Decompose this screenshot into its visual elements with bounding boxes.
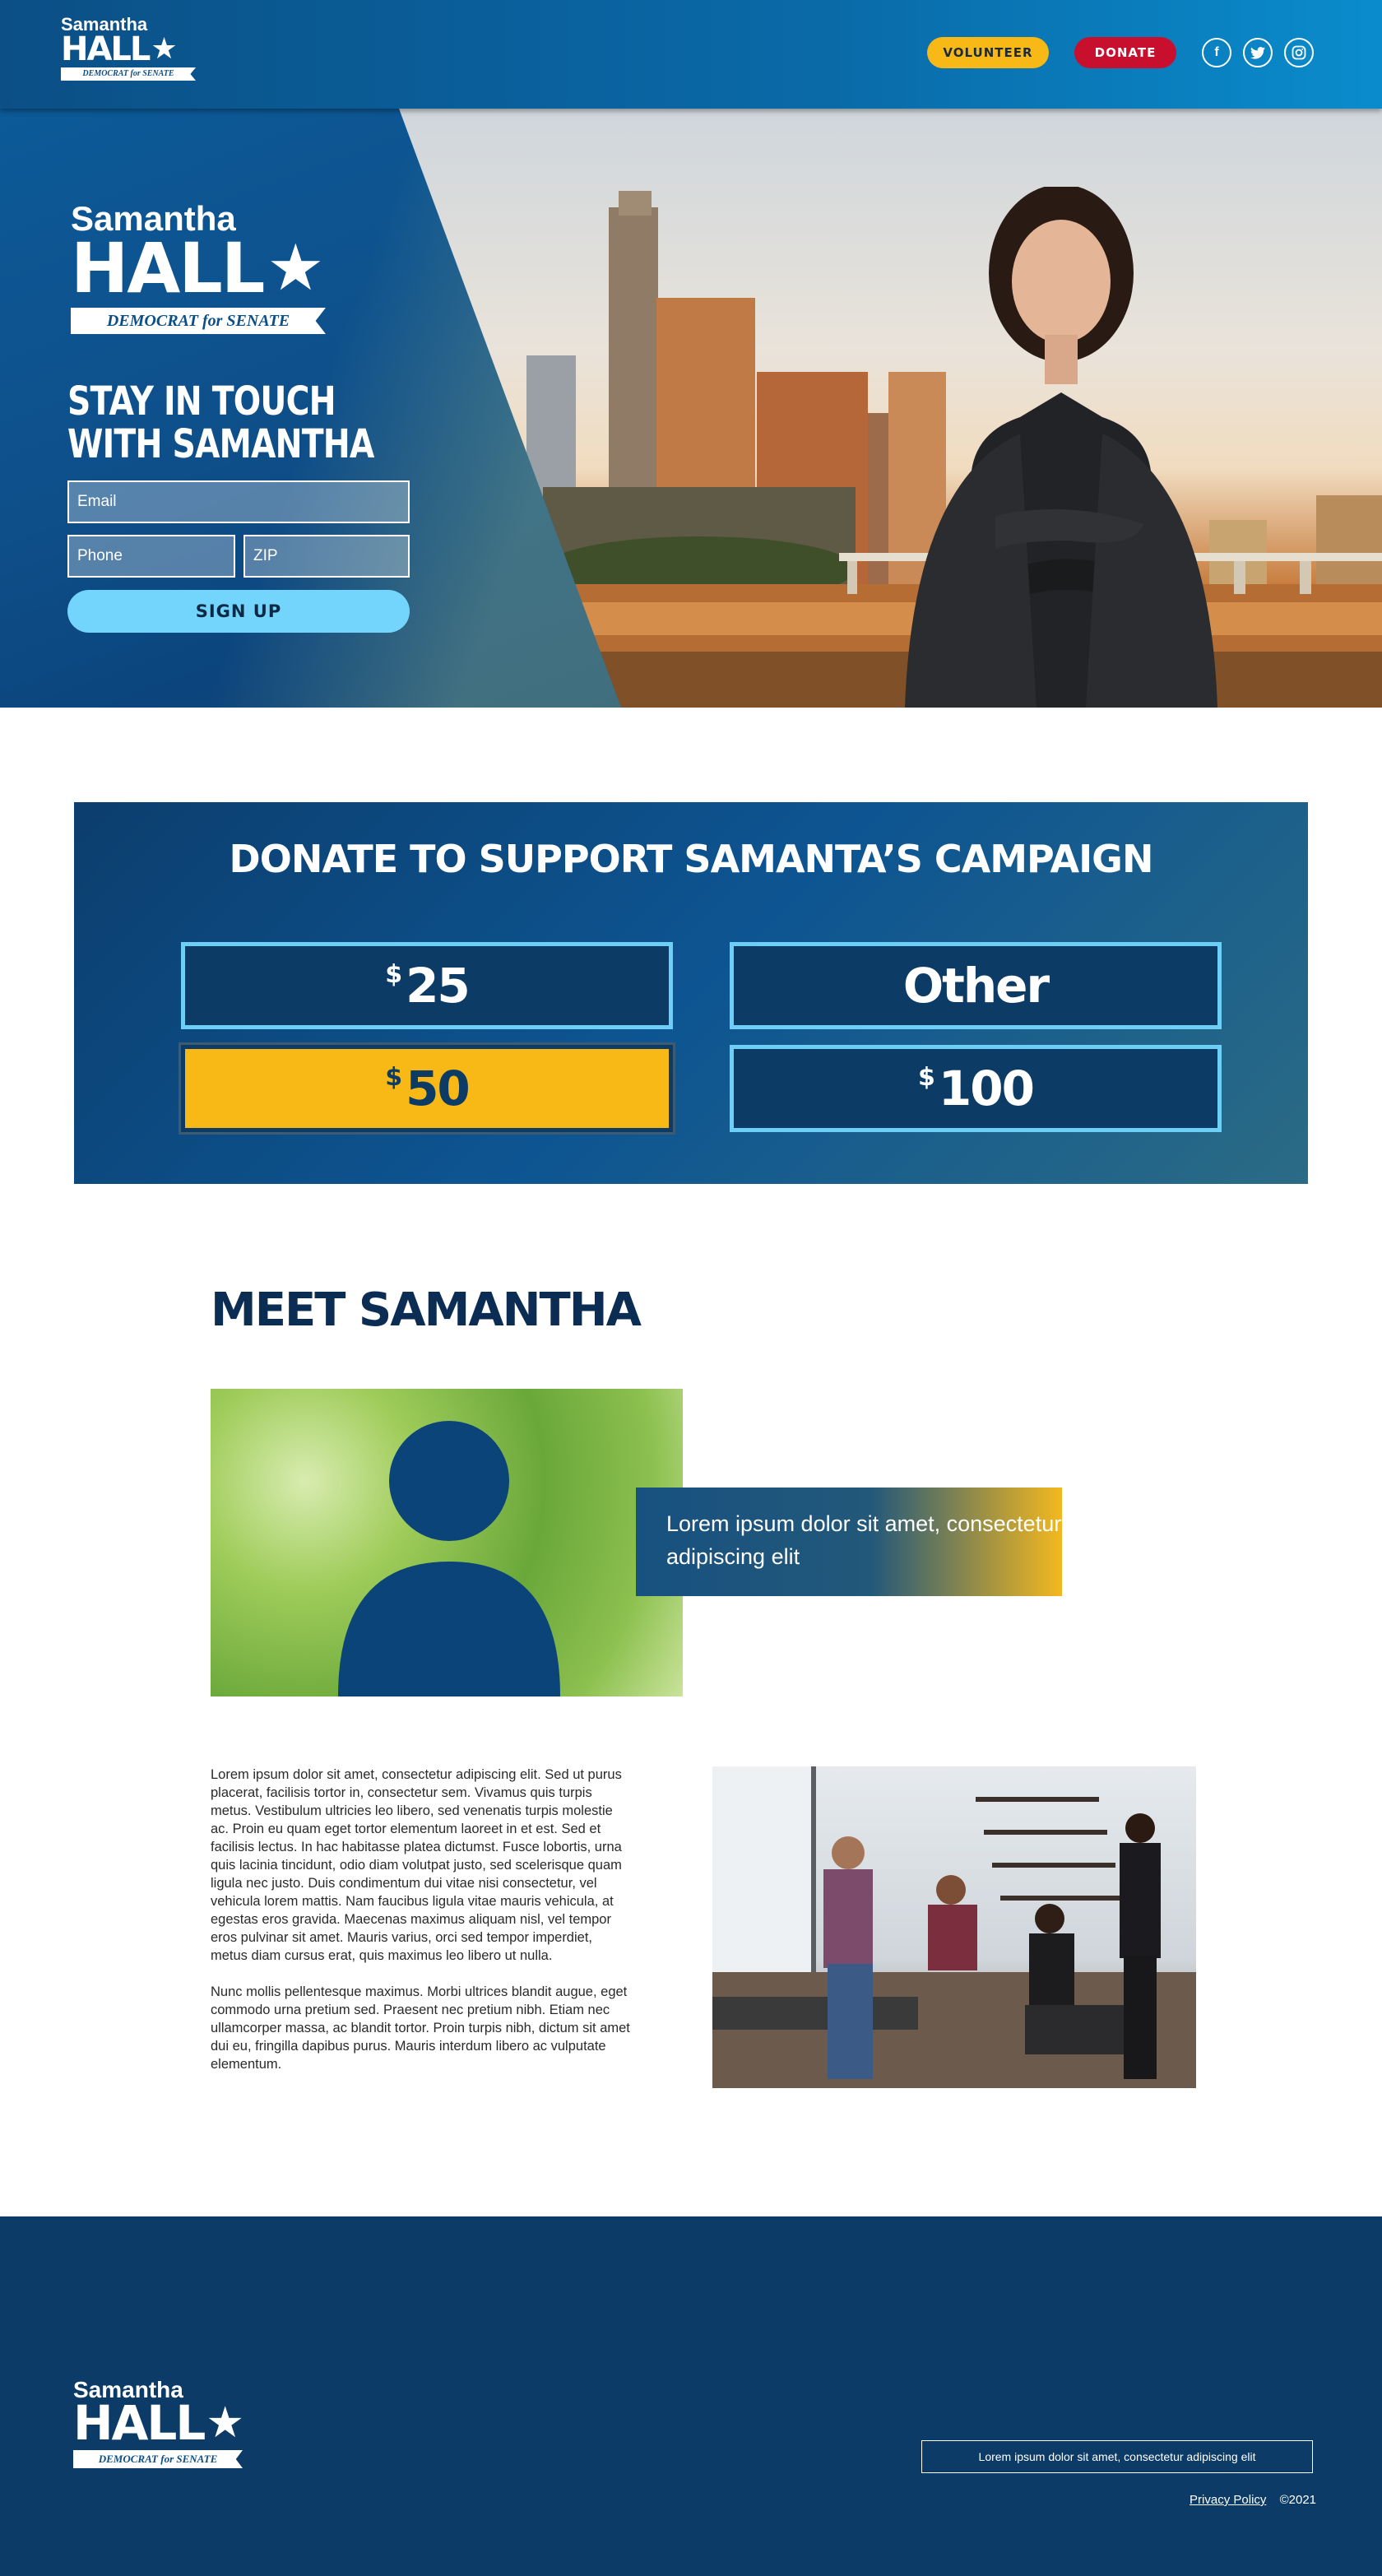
logo-last-name: HALL xyxy=(61,30,151,68)
zip-field[interactable] xyxy=(243,535,410,578)
bio-paragraph-1: Lorem ipsum dolor sit amet, consectetur … xyxy=(211,1767,622,1963)
twitter-icon[interactable] xyxy=(1243,38,1273,67)
volunteer-button[interactable]: VOLUNTEER xyxy=(927,37,1049,68)
donate-amount-25[interactable]: $25 xyxy=(181,942,673,1029)
candidate-photo xyxy=(905,187,1217,708)
hero-logo-last-name: HALL xyxy=(71,228,265,309)
footer-logo-tagline: DEMOCRAT for SENATE xyxy=(73,2450,243,2468)
instagram-glyph-icon xyxy=(1292,45,1306,60)
donate-title: DONATE TO SUPPORT SAMANTA’S CAMPAIGN xyxy=(229,837,1154,881)
person-placeholder-icon xyxy=(338,1421,560,1696)
currency-symbol: $ xyxy=(385,1062,402,1092)
star-icon: ★ xyxy=(151,32,177,66)
footer-text-box: Lorem ipsum dolor sit amet, consectetur … xyxy=(921,2440,1313,2473)
meet-callout: Lorem ipsum dolor sit amet, consectetur … xyxy=(636,1488,1062,1596)
donate-amount-50[interactable]: $50 xyxy=(181,1045,673,1132)
twitter-bird-icon xyxy=(1250,46,1265,59)
signup-heading: STAY IN TOUCH WITH SAMANTHA xyxy=(67,378,374,467)
donate-section: DONATE TO SUPPORT SAMANTA’S CAMPAIGN $25… xyxy=(74,802,1308,1184)
donate-button[interactable]: DONATE xyxy=(1074,37,1176,68)
team-photo xyxy=(712,1766,1196,2088)
footer-logo: Samantha HALL ★ DEMOCRAT for SENATE xyxy=(73,2378,246,2468)
hero-section: Samantha HALL ★ DEMOCRAT for SENATE STAY… xyxy=(0,109,1382,708)
hero-logo-tagline: DEMOCRAT for SENATE xyxy=(71,308,326,334)
instagram-icon[interactable] xyxy=(1284,38,1314,67)
currency-symbol: $ xyxy=(385,959,402,989)
donate-amount-100[interactable]: $100 xyxy=(730,1045,1222,1132)
meet-title: MEET SAMANTHA xyxy=(211,1283,642,1337)
footer-links: Privacy Policy ©2021 xyxy=(1190,2493,1316,2507)
footer-logo-last-name: HALL xyxy=(73,2395,206,2451)
email-field[interactable] xyxy=(67,480,410,523)
currency-symbol: $ xyxy=(918,1062,935,1092)
bio-paragraph-2: Nunc mollis pellentesque maximus. Morbi … xyxy=(211,1984,630,2072)
donate-amount-other[interactable]: Other xyxy=(730,942,1222,1029)
star-icon: ★ xyxy=(267,231,324,305)
privacy-policy-link[interactable]: Privacy Policy xyxy=(1190,2493,1266,2507)
facebook-icon[interactable]: f xyxy=(1202,38,1231,67)
hero-logo: Samantha HALL ★ DEMOCRAT for SENATE xyxy=(71,201,334,334)
phone-field[interactable] xyxy=(67,535,235,578)
header-logo[interactable]: Samantha HALL ★ DEMOCRAT for SENATE xyxy=(61,15,197,81)
logo-tagline: DEMOCRAT for SENATE xyxy=(61,67,196,81)
site-header: Samantha HALL ★ DEMOCRAT for SENATE VOLU… xyxy=(0,0,1382,109)
portrait-image xyxy=(211,1389,683,1696)
copyright-text: ©2021 xyxy=(1279,2493,1316,2507)
star-icon: ★ xyxy=(206,2398,244,2448)
team-meeting-image xyxy=(712,1766,1196,2088)
signup-button[interactable]: SIGN UP xyxy=(67,590,410,633)
bio-text: Lorem ipsum dolor sit amet, consectetur … xyxy=(211,1766,630,2091)
